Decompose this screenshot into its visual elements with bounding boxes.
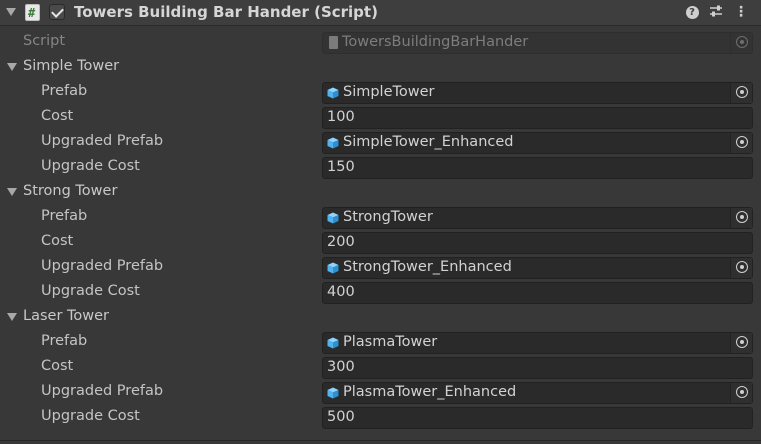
- group-fold-arrow-icon[interactable]: [7, 313, 17, 321]
- cost-value: 100: [327, 109, 355, 125]
- prefab-object-picker[interactable]: [730, 333, 752, 353]
- upgraded-prefab-object-picker[interactable]: [730, 133, 752, 153]
- upgraded-prefab-label: Upgraded Prefab: [41, 258, 164, 274]
- help-icon[interactable]: ?: [684, 4, 700, 20]
- script-icon: #: [25, 4, 40, 21]
- prefab-cube-icon: [327, 262, 339, 274]
- upgraded-prefab-field[interactable]: PlasmaTower_Enhanced: [322, 382, 753, 404]
- prefab-field[interactable]: SimpleTower: [322, 82, 753, 104]
- component-title[interactable]: Towers Building Bar Hander (Script): [74, 3, 378, 21]
- upgrade-cost-input[interactable]: 500: [322, 407, 753, 429]
- panel-bottom-border: [0, 440, 761, 441]
- object-picker-icon: [736, 136, 748, 148]
- group-header[interactable]: Simple Tower: [0, 55, 761, 80]
- prefab-cube-icon: [327, 387, 339, 399]
- prefab-row: Prefab SimpleTower: [0, 80, 761, 105]
- component-header: # Towers Building Bar Hander (Script) ? …: [0, 0, 761, 26]
- prefab-row: Prefab PlasmaTower: [0, 330, 761, 355]
- group-fold-arrow-icon[interactable]: [7, 63, 17, 71]
- cost-row: Cost 100: [0, 105, 761, 130]
- upgrade-cost-row: Upgrade Cost 150: [0, 155, 761, 180]
- prefab-label: Prefab: [41, 83, 88, 99]
- preset-icon[interactable]: [708, 4, 724, 20]
- upgraded-prefab-label: Upgraded Prefab: [41, 383, 164, 399]
- prefab-cube-icon: [327, 137, 339, 149]
- script-row: Script TowersBuildingBarHander: [0, 30, 761, 55]
- component-menu-icon[interactable]: ⋮: [733, 4, 749, 20]
- upgrade-cost-input[interactable]: 400: [322, 282, 753, 304]
- object-picker-icon: [736, 36, 748, 48]
- group-fold-arrow-icon[interactable]: [7, 188, 17, 196]
- component-fold-arrow-icon[interactable]: [6, 8, 16, 16]
- prefab-field-value: PlasmaTower: [343, 334, 438, 350]
- group-label: Strong Tower: [23, 183, 118, 199]
- prefab-field[interactable]: PlasmaTower: [322, 332, 753, 354]
- prefab-object-picker[interactable]: [730, 83, 752, 103]
- upgrade-cost-value: 150: [327, 159, 355, 175]
- script-object-picker: [730, 33, 752, 53]
- cost-row: Cost 300: [0, 355, 761, 380]
- group-header[interactable]: Laser Tower: [0, 305, 761, 330]
- group-label: Simple Tower: [23, 58, 120, 74]
- upgrade-cost-input[interactable]: 150: [322, 157, 753, 179]
- script-field[interactable]: TowersBuildingBarHander: [322, 32, 753, 54]
- upgrade-cost-value: 500: [327, 409, 355, 425]
- prefab-cube-icon: [327, 87, 339, 99]
- object-picker-icon: [736, 386, 748, 398]
- cost-value: 200: [327, 234, 355, 250]
- object-picker-icon: [736, 86, 748, 98]
- prefab-row: Prefab StrongTower: [0, 205, 761, 230]
- object-picker-icon: [736, 336, 748, 348]
- component-enabled-checkbox[interactable]: [49, 4, 65, 20]
- prefab-cube-icon: [327, 337, 339, 349]
- prefab-object-picker[interactable]: [730, 208, 752, 228]
- cost-value: 300: [327, 359, 355, 375]
- script-field-value: TowersBuildingBarHander: [342, 34, 529, 50]
- cost-label: Cost: [41, 233, 74, 249]
- upgraded-prefab-object-picker[interactable]: [730, 383, 752, 403]
- upgraded-prefab-field[interactable]: StrongTower_Enhanced: [322, 257, 753, 279]
- upgrade-cost-label: Upgrade Cost: [41, 158, 140, 174]
- upgraded-prefab-field[interactable]: SimpleTower_Enhanced: [322, 132, 753, 154]
- prefab-label: Prefab: [41, 333, 88, 349]
- prefab-label: Prefab: [41, 208, 88, 224]
- script-label: Script: [23, 33, 66, 49]
- upgraded-prefab-field-value: StrongTower_Enhanced: [343, 259, 512, 275]
- upgraded-prefab-row: Upgraded Prefab PlasmaTower_Enhanced: [0, 380, 761, 405]
- upgraded-prefab-field-value: PlasmaTower_Enhanced: [343, 384, 517, 400]
- upgrade-cost-label: Upgrade Cost: [41, 408, 140, 424]
- object-picker-icon: [736, 211, 748, 223]
- upgraded-prefab-label: Upgraded Prefab: [41, 133, 164, 149]
- cost-row: Cost 200: [0, 230, 761, 255]
- object-picker-icon: [736, 261, 748, 273]
- cost-label: Cost: [41, 358, 74, 374]
- group-header[interactable]: Strong Tower: [0, 180, 761, 205]
- cost-input[interactable]: 200: [322, 232, 753, 254]
- upgrade-cost-label: Upgrade Cost: [41, 283, 140, 299]
- group-label: Laser Tower: [23, 308, 110, 324]
- prefab-cube-icon: [327, 212, 339, 224]
- upgraded-prefab-row: Upgraded Prefab SimpleTower_Enhanced: [0, 130, 761, 155]
- prefab-field[interactable]: StrongTower: [322, 207, 753, 229]
- upgraded-prefab-row: Upgraded Prefab StrongTower_Enhanced: [0, 255, 761, 280]
- cost-input[interactable]: 100: [322, 107, 753, 129]
- cost-input[interactable]: 300: [322, 357, 753, 379]
- prefab-field-value: StrongTower: [343, 209, 433, 225]
- upgraded-prefab-field-value: SimpleTower_Enhanced: [343, 134, 514, 150]
- sliders-icon: [710, 5, 722, 17]
- upgraded-prefab-object-picker[interactable]: [730, 258, 752, 278]
- upgrade-cost-row: Upgrade Cost 500: [0, 405, 761, 430]
- cost-label: Cost: [41, 108, 74, 124]
- upgrade-cost-value: 400: [327, 284, 355, 300]
- script-file-icon: [329, 36, 338, 49]
- upgrade-cost-row: Upgrade Cost 400: [0, 280, 761, 305]
- prefab-field-value: SimpleTower: [343, 84, 435, 100]
